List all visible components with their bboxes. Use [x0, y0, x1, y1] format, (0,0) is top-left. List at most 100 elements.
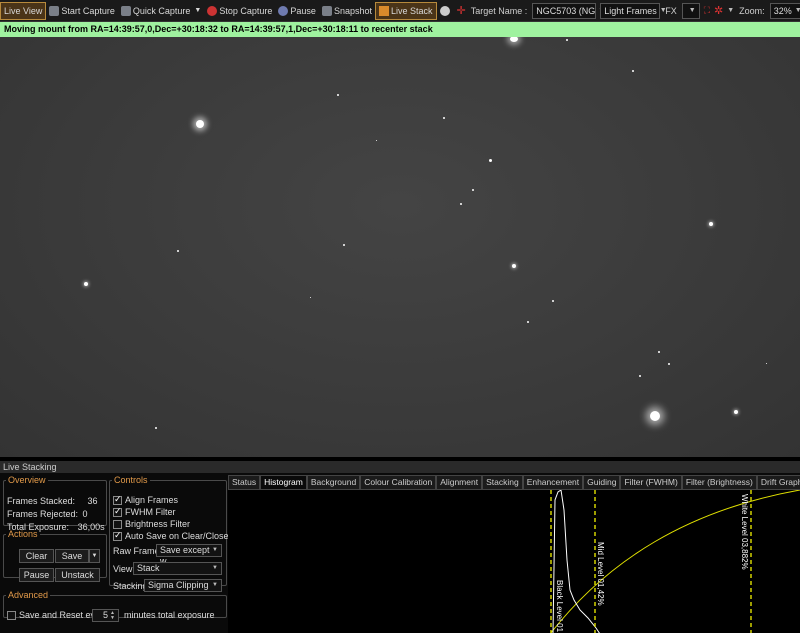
start-capture-label: Start Capture: [61, 5, 115, 16]
tab-background[interactable]: Background: [306, 475, 361, 489]
tab-histogram[interactable]: Histogram: [260, 475, 307, 489]
unstack-button[interactable]: Unstack: [55, 568, 100, 582]
white-level-label: White Level 03,882%: [740, 494, 749, 570]
view-select[interactable]: Stack ▼: [133, 562, 222, 575]
black-level-label: Black Level 01: [555, 580, 564, 633]
star: [639, 375, 641, 377]
crop-icon[interactable]: ⛶: [702, 5, 712, 16]
live-view-button[interactable]: Live View: [0, 1, 47, 20]
target-icon: ✛: [456, 5, 466, 17]
star: [766, 363, 767, 364]
tab-status[interactable]: Status: [228, 475, 261, 489]
tab-colour-calibration[interactable]: Colour Calibration: [360, 475, 437, 489]
chevron-down-icon: ▼: [212, 547, 218, 553]
star: [668, 363, 670, 365]
align-frames-checkbox[interactable]: Align Frames: [113, 494, 178, 506]
chevron-down-icon: ▼: [91, 553, 98, 559]
star: [512, 264, 516, 268]
star: [376, 140, 377, 141]
frames-stacked-value: 36: [87, 496, 98, 506]
frame-type-value: Light Frames: [604, 5, 657, 16]
advanced-group: Advanced Save and Reset every 5 ▲ ▼ minute…: [3, 590, 227, 622]
checkbox-checked[interactable]: [113, 494, 122, 506]
tab-drift-graph[interactable]: Drift Graph: [756, 475, 800, 489]
star: [84, 282, 88, 286]
checkbox-checked[interactable]: [113, 530, 122, 542]
stacking-value: Sigma Clipping: [148, 580, 209, 590]
tab-guiding[interactable]: Guiding: [583, 475, 621, 489]
crosshair-icon[interactable]: ✲: [712, 4, 725, 17]
stop-capture-label: Stop Capture: [219, 5, 273, 16]
frames-rejected-value: 0: [82, 509, 88, 519]
histogram-view[interactable]: Black Level 01 Mid Level 01,42% White Le…: [228, 489, 800, 633]
clear-button[interactable]: Clear: [19, 549, 54, 563]
auto-save-label: Auto Save on Clear/Close: [125, 531, 229, 541]
chevron-down-icon[interactable]: ▼: [194, 7, 201, 14]
star: [177, 250, 179, 252]
live-stack-button[interactable]: Live Stack: [374, 1, 437, 20]
camera-icon: [49, 5, 60, 16]
chevron-down-icon: ▼: [212, 565, 218, 571]
tab-alignment[interactable]: Alignment: [436, 475, 483, 489]
checkbox-unchecked[interactable]: [113, 520, 122, 530]
frame-type-dropdown[interactable]: Light Frames ▼: [600, 2, 667, 19]
fx-dropdown[interactable]: ▼: [681, 2, 700, 19]
pause-stack-button[interactable]: Pause: [19, 568, 54, 582]
live-view-label: Live View: [4, 5, 43, 16]
star: [709, 222, 713, 226]
tab-stacking[interactable]: Stacking: [482, 475, 523, 489]
star: [196, 120, 204, 128]
quick-capture-button[interactable]: Quick Capture ▼: [118, 2, 204, 20]
snapshot-button[interactable]: Snapshot: [319, 2, 375, 20]
tab-filter-brightness[interactable]: Filter (Brightness): [681, 475, 757, 489]
record-icon: [439, 5, 450, 16]
star: [337, 94, 339, 96]
overview-legend: Overview: [8, 475, 46, 485]
stepper-arrows-icon[interactable]: ▲ ▼: [110, 611, 115, 621]
overview-group: Overview Frames Stacked: 36 Frames Rejec…: [3, 475, 107, 532]
chevron-down-icon[interactable]: ▼: [725, 7, 736, 14]
frames-stacked-label: Frames Stacked:: [7, 496, 76, 506]
view-label: View: [113, 564, 133, 574]
record-button[interactable]: [437, 2, 455, 20]
actions-legend: Actions: [8, 529, 38, 539]
star: [632, 70, 634, 72]
brightness-filter-checkbox[interactable]: Brightness Filter: [113, 519, 191, 530]
target-name-label: Target Name :: [470, 5, 528, 16]
camera-icon: [120, 5, 131, 16]
tab-filter-fwhm[interactable]: Filter (FWHM): [620, 475, 682, 489]
star: [552, 300, 554, 302]
controls-legend: Controls: [114, 475, 148, 485]
zoom-dropdown[interactable]: 32% ▼: [769, 2, 800, 19]
minutes-stepper[interactable]: 5 ▲ ▼: [92, 609, 119, 622]
status-message: Moving mount from RA=14:39:57,0,Dec=+30:…: [0, 22, 800, 37]
frames-rejected-label: Frames Rejected:: [7, 509, 79, 519]
auto-save-checkbox[interactable]: Auto Save on Clear/Close: [113, 530, 229, 542]
star: [343, 244, 345, 246]
fwhm-filter-checkbox[interactable]: FWHM Filter: [113, 506, 176, 518]
save-dropdown-button[interactable]: ▼: [89, 549, 100, 563]
tab-enhancement[interactable]: Enhancement: [522, 475, 584, 489]
star: [155, 427, 157, 429]
checkbox-unchecked[interactable]: [7, 611, 16, 621]
live-stacking-tabs: Status Histogram Background Colour Calibrat…: [228, 475, 800, 489]
stack-icon: [378, 5, 389, 16]
star: [650, 411, 660, 421]
star: [489, 159, 492, 162]
save-button[interactable]: Save: [55, 549, 89, 563]
star: [472, 189, 474, 191]
target-name-dropdown[interactable]: NGC5703 (NG ▼: [532, 2, 605, 19]
stop-capture-button[interactable]: Stop Capture: [204, 2, 275, 20]
start-capture-button[interactable]: Start Capture: [46, 2, 118, 20]
live-image-view[interactable]: [0, 37, 800, 457]
raw-frames-select[interactable]: Save except w ▼: [156, 544, 222, 566]
actions-group: Actions Clear Save ▼ Pause Unstack: [3, 529, 107, 582]
star: [658, 351, 660, 353]
pause-icon: [278, 5, 289, 16]
pause-button[interactable]: Pause: [275, 2, 319, 20]
brightness-filter-label: Brightness Filter: [125, 519, 191, 529]
star: [527, 321, 529, 323]
checkbox-checked[interactable]: [113, 506, 122, 518]
chevron-down-icon: ▼: [688, 7, 696, 14]
minutes-suffix: minutes total exposure: [124, 610, 215, 620]
